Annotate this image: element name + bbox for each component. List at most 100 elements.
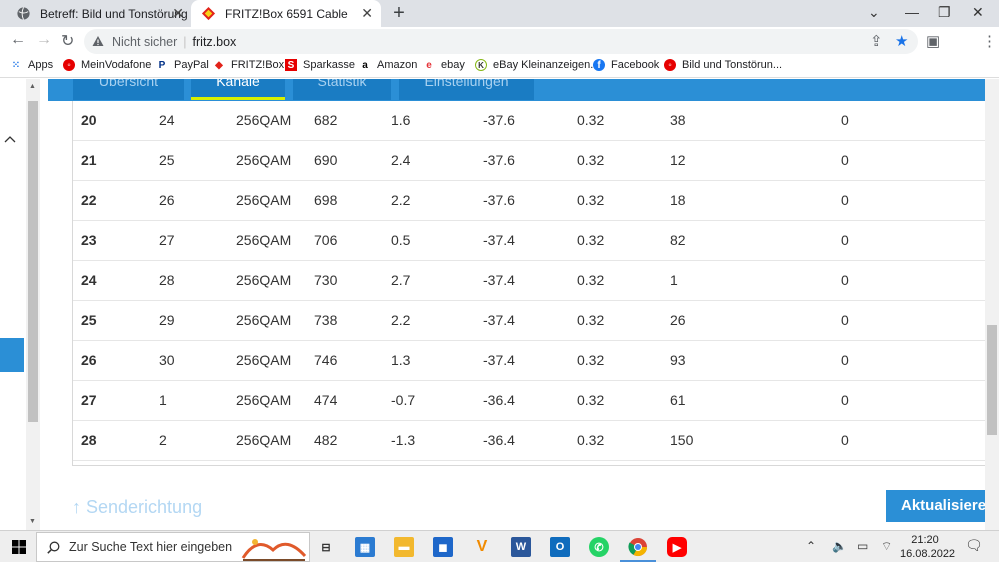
bookmark-meinvodafone[interactable]: ◦ MeinVodafone (63, 59, 151, 71)
wifi-icon[interactable]: ⌔ (881, 539, 892, 554)
bookmark-star-icon[interactable]: ★ (895, 32, 908, 50)
tab-kanaele[interactable]: Kanäle (191, 79, 285, 100)
whatsapp-icon[interactable]: ✆ (589, 537, 609, 557)
menu-kebab-icon[interactable]: ⋮ (982, 32, 997, 50)
cell-modulation: 256QAM (236, 432, 292, 448)
vlc-like-app-icon[interactable]: V (472, 537, 492, 557)
scroll-up-arrow-icon[interactable]: ▲ (29, 83, 36, 90)
bookmark-fritzbox[interactable]: ◆ FRITZ!Box (213, 59, 284, 71)
page-scrollbar[interactable] (985, 79, 999, 530)
outlook-icon[interactable]: O (550, 537, 570, 557)
kleinanzeigen-icon: K (475, 59, 487, 71)
tab-einstellungen[interactable]: Einstellungen (399, 79, 534, 100)
cell-channel-id: 28 (81, 432, 97, 448)
browser-tab-inactive[interactable]: Betreff: Bild und Tonstörung im T ✕ (6, 0, 192, 27)
bookmark-label: Sparkasse (303, 59, 355, 71)
cell-frequency-mhz: 730 (314, 272, 338, 288)
warning-icon (92, 36, 104, 46)
refresh-button[interactable]: Aktualisieren (886, 490, 999, 522)
search-highlight-icon (241, 539, 307, 561)
cell-power-level: 2.2 (391, 192, 411, 208)
scrollbar-thumb[interactable] (28, 101, 38, 422)
cell-frequency-mhz: 746 (314, 352, 338, 368)
bookmark-bild-und-ton[interactable]: ◦ Bild und Tonstörun... (664, 59, 782, 71)
task-view-icon[interactable]: ⊟ (316, 537, 336, 557)
left-menu-active-item[interactable] (0, 338, 24, 372)
scrollbar-thumb[interactable] (987, 325, 997, 435)
forward-icon[interactable]: → (36, 31, 52, 49)
cell-latency: 0.32 (577, 272, 605, 288)
close-tab-icon[interactable]: ✕ (172, 5, 184, 22)
cell-latency: 0.32 (577, 312, 605, 328)
cell-correctable-errors: 61 (670, 392, 686, 408)
address-bar[interactable]: Nicht sicher | fritz.box (84, 29, 918, 54)
side-panel-icon[interactable]: ▣ (926, 32, 940, 50)
tray-chevron-up-icon[interactable]: ⌃ (806, 539, 816, 553)
tab-statistik[interactable]: Statistik (293, 79, 391, 100)
fritzbox-icon (201, 6, 216, 21)
cell-mse: -37.4 (483, 352, 515, 368)
vodafone-icon: ◦ (664, 59, 676, 71)
cell-frequency-channel: 1 (159, 392, 167, 408)
word-icon[interactable]: W (511, 537, 531, 557)
tab-search-icon[interactable]: ⌄ (868, 4, 880, 21)
cell-correctable-errors: 1 (670, 272, 678, 288)
cell-modulation: 256QAM (236, 352, 292, 368)
calendar-app-icon[interactable]: ▦ (355, 537, 375, 557)
left-menu-panel (0, 79, 24, 530)
reload-icon[interactable]: ↻ (61, 31, 74, 51)
taskbar-clock[interactable]: 21:20 16.08.2022 (900, 533, 955, 561)
bookmark-apps[interactable]: ⁙ Apps (10, 59, 53, 71)
facebook-icon: f (593, 59, 605, 71)
notification-icon[interactable]: 🗨 (965, 537, 983, 554)
browser-tab-active[interactable]: FRITZ!Box 6591 Cable ✕ (191, 0, 381, 27)
cell-frequency-mhz: 474 (314, 392, 338, 408)
chrome-icon[interactable] (628, 537, 648, 557)
cell-frequency-mhz: 698 (314, 192, 338, 208)
scroll-down-arrow-icon[interactable]: ▼ (29, 518, 36, 525)
vodafone-icon: ◦ (63, 59, 75, 71)
close-window-icon[interactable]: ✕ (972, 4, 984, 21)
cell-uncorrectable-errors: 0 (841, 112, 849, 128)
battery-icon[interactable]: ▭ (857, 539, 868, 553)
ebay-icon: e (426, 59, 432, 71)
taskbar-search-field[interactable]: Zur Suche Text hier eingeben (36, 532, 310, 562)
close-tab-icon[interactable]: ✕ (361, 5, 373, 22)
tab-uebersicht[interactable]: Übersicht (73, 79, 184, 100)
cell-mse: -36.4 (483, 392, 515, 408)
youtube-icon[interactable]: ▶ (667, 537, 687, 557)
cell-frequency-mhz: 738 (314, 312, 338, 328)
bookmark-sparkasse[interactable]: S Sparkasse (285, 59, 355, 71)
windows-start-icon[interactable] (12, 540, 26, 554)
volume-icon[interactable]: 🔈 (832, 539, 847, 553)
section-heading-senderichtung[interactable]: ↑ Senderichtung (72, 497, 202, 518)
cell-channel-id: 25 (81, 312, 97, 328)
bookmark-kleinanzeigen[interactable]: K eBay Kleinanzeigen... (475, 59, 599, 71)
new-tab-button[interactable]: + (389, 2, 409, 25)
cell-uncorrectable-errors: 0 (841, 352, 849, 368)
cell-mse: -37.6 (483, 152, 515, 168)
bookmark-amazon[interactable]: a Amazon (359, 59, 417, 71)
share-icon[interactable]: ⇪ (870, 32, 883, 50)
cell-correctable-errors: 38 (670, 112, 686, 128)
bookmark-paypal[interactable]: P PayPal (156, 59, 209, 71)
back-icon[interactable]: ← (10, 31, 26, 49)
cell-correctable-errors: 26 (670, 312, 686, 328)
clock-time: 21:20 (911, 534, 939, 546)
cell-modulation: 256QAM (236, 192, 292, 208)
left-scrollbar[interactable]: ▲ ▼ (26, 79, 40, 530)
tab-label: Einstellungen (424, 79, 509, 89)
restore-icon[interactable]: ❐ (938, 4, 951, 21)
minimize-icon[interactable]: — (905, 4, 919, 20)
cell-modulation: 256QAM (236, 112, 292, 128)
file-explorer-icon[interactable]: ▬ (394, 537, 414, 557)
bookmark-facebook[interactable]: f Facebook (593, 59, 659, 71)
cell-uncorrectable-errors: 0 (841, 272, 849, 288)
bookmark-ebay[interactable]: e ebay (423, 59, 465, 71)
chevron-up-icon[interactable] (4, 135, 16, 143)
microsoft-store-icon[interactable]: ◼ (433, 537, 453, 557)
bookmark-label: Amazon (377, 59, 418, 71)
browser-tab-strip: Betreff: Bild und Tonstörung im T ✕ FRIT… (0, 0, 999, 27)
cell-power-level: 2.4 (391, 152, 411, 168)
apps-grid-icon: ⁙ (11, 59, 21, 71)
